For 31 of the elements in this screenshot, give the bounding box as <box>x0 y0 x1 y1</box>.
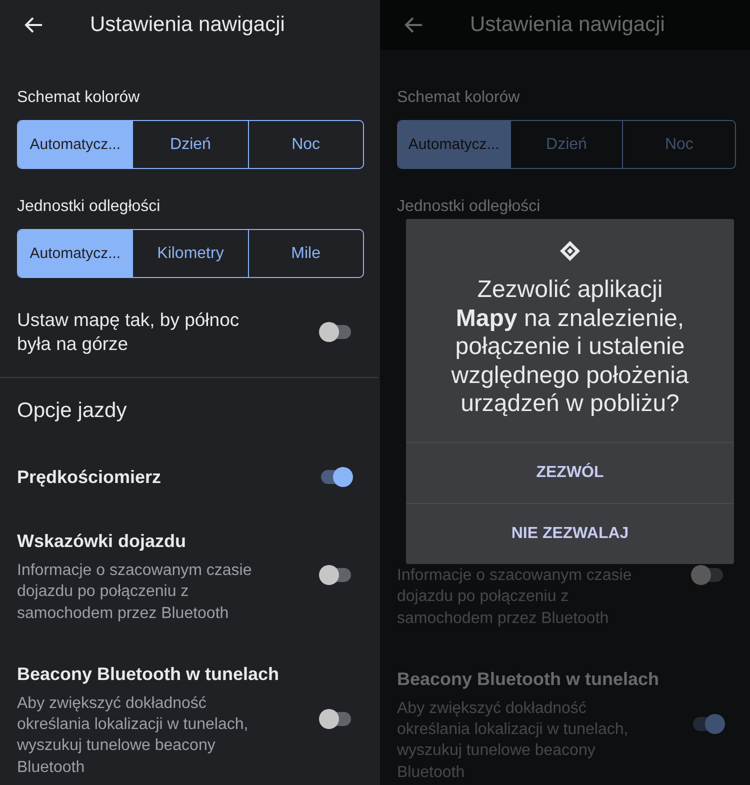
section-heading: Opcje jazdy <box>17 399 127 423</box>
diamond-icon <box>559 240 581 262</box>
allow-button[interactable]: ZEZWÓL <box>406 443 734 503</box>
deny-button[interactable]: NIE ZEZWALAJ <box>406 504 734 564</box>
setting-description: Informacje o szacowanym czasie dojazdu po połączeniu z samochodem przez Bluetooth <box>17 561 253 624</box>
dialog-message: Zezwolić aplikacji Mapy na znalezienie, połączenie i ustalenie względnego położenia urządzeń w pobliżu? <box>450 276 690 418</box>
setting-title: Beacony Bluetooth w tunelach <box>17 662 280 686</box>
segment-option[interactable]: Dzień <box>132 121 248 168</box>
setting-title: Beacony Bluetooth w tunelach <box>397 668 660 691</box>
setting-label: Jednostki odległości <box>397 197 540 217</box>
setting-title: Ustaw mapę tak, by północ była na górze <box>17 308 240 356</box>
back-icon[interactable] <box>24 15 44 35</box>
segment-option[interactable]: Kilometry <box>132 230 248 277</box>
segment-option[interactable]: Mile <box>248 230 363 277</box>
segment-option[interactable]: Automatycz... <box>18 121 132 168</box>
setting-title: Prędkościomierz <box>17 466 162 489</box>
toggle-switch[interactable] <box>317 565 353 586</box>
segment-option[interactable]: Automatycz... <box>18 230 132 277</box>
setting-title: Wskazówki dojazdu <box>17 530 186 553</box>
setting-description: Aby zwiększyć dokładność określania lokalizacji w tunelach, wyszukuj tunelowe beacony Bluetooth <box>397 698 630 783</box>
screen-title: Ustawienia nawigacji <box>470 13 665 37</box>
segment-option[interactable]: Noc <box>248 121 363 168</box>
toggle-switch[interactable] <box>317 322 353 342</box>
screen-title: Ustawienia nawigacji <box>90 13 285 37</box>
setting-label: Schemat kolorów <box>17 88 140 108</box>
setting-label: Schemat kolorów <box>397 88 520 108</box>
setting-label: Jednostki odległości <box>17 197 160 217</box>
toggle-switch[interactable] <box>317 708 353 729</box>
setting-description: Aby zwiększyć dokładność określania lokalizacji w tunelach, wyszukuj tunelowe beacony Bluetooth <box>17 694 250 778</box>
toggle-switch[interactable] <box>689 565 725 585</box>
setting-description: Informacje o szacowanym czasie dojazdu po połączeniu z samochodem przez Bluetooth <box>397 566 633 629</box>
